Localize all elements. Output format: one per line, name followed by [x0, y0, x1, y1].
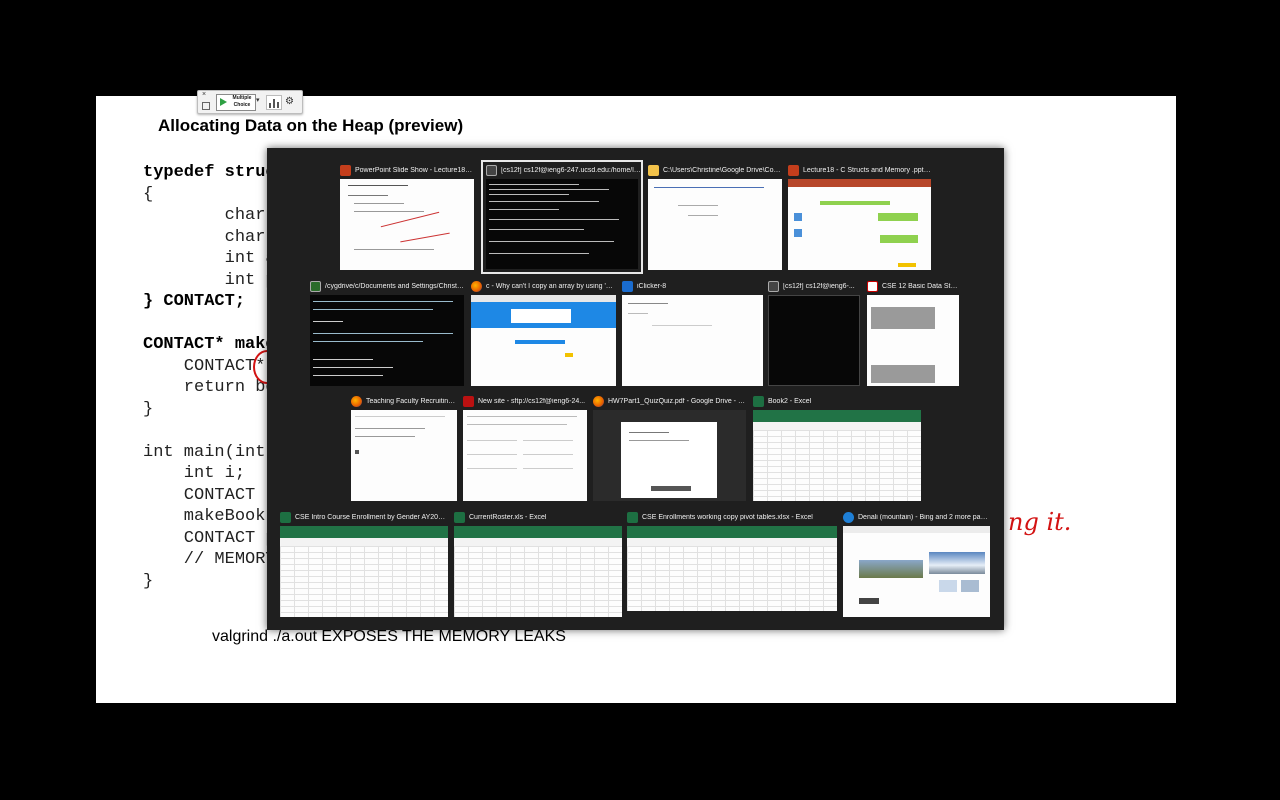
window-thumbnail[interactable]: [cs12f] cs12f@ieng6-...: [768, 278, 860, 386]
window-title: [cs12f] cs12f@ieng6-...: [783, 282, 855, 290]
slide-title: Allocating Data on the Heap (preview): [158, 116, 464, 135]
window-title: New site - sftp://cs12f@ieng6-24...: [478, 397, 586, 405]
window-thumbnail[interactable]: C:\Users\Christine\Google Drive\Cour...: [648, 162, 782, 270]
multiple-choice-label: Multiple Choice: [232, 95, 252, 108]
filezilla-icon: [463, 395, 474, 407]
window-thumbnail[interactable]: CSE Enrollments working copy pivot table…: [627, 509, 837, 611]
pdf-icon: [867, 280, 878, 292]
excel-icon: [753, 395, 764, 407]
window-title: CSE Intro Course Enrollment by Gender AY…: [295, 513, 448, 521]
cygwin-icon: [310, 280, 321, 292]
window-thumbnail[interactable]: /cygdrive/c/Documents and Settings/Chris…: [310, 278, 464, 386]
multiple-choice-button[interactable]: Multiple Choice: [216, 94, 256, 111]
window-thumbnail[interactable]: New site - sftp://cs12f@ieng6-24...: [463, 393, 587, 501]
window-thumbnail[interactable]: Lecture18 - C Structs and Memory .pptx -…: [788, 162, 931, 270]
powerpoint-icon: [788, 164, 799, 176]
window-thumbnail[interactable]: CSE 12 Basic Data Stru...: [867, 278, 959, 386]
gear-icon[interactable]: ⚙: [285, 96, 294, 107]
window-title: iClicker-8: [637, 282, 667, 290]
window-thumbnail[interactable]: PowerPoint Slide Show - Lecture18 - C...: [340, 162, 474, 270]
window-title: Lecture18 - C Structs and Memory .pptx -…: [803, 166, 931, 174]
window-thumbnail[interactable]: Book2 - Excel: [753, 393, 921, 501]
excel-icon: [454, 511, 465, 523]
chevron-down-icon[interactable]: ▾: [256, 96, 260, 104]
task-switcher: PowerPoint Slide Show - Lecture18 - C...…: [267, 148, 1004, 630]
results-chart-icon[interactable]: [266, 95, 282, 110]
valgrind-note: valgrind ./a.out EXPOSES THE MEMORY LEAK…: [212, 628, 566, 645]
ink-annotation-text: ng it.: [1008, 508, 1072, 536]
terminal-icon: [486, 164, 497, 176]
folder-icon: [648, 164, 659, 176]
window-title: CSE Enrollments working copy pivot table…: [642, 513, 813, 521]
window-title: Teaching Faculty Recruiting...: [366, 397, 457, 405]
window-title: C:\Users\Christine\Google Drive\Cour...: [663, 166, 782, 174]
excel-icon: [280, 511, 291, 523]
minimize-icon[interactable]: [202, 102, 210, 110]
window-title: PowerPoint Slide Show - Lecture18 - C...: [355, 166, 474, 174]
firefox-icon: [351, 395, 362, 407]
iclicker-toolbar: × Multiple Choice ▾ ⚙: [197, 90, 303, 114]
close-icon[interactable]: ×: [202, 91, 206, 98]
window-title: [cs12f] cs12f@ieng6-247.ucsd.edu:/home/l…: [501, 166, 641, 174]
play-icon: [220, 98, 227, 106]
window-title: Book2 - Excel: [768, 397, 812, 405]
window-thumbnail[interactable]: CSE Intro Course Enrollment by Gender AY…: [280, 509, 448, 617]
window-title: HW7Part1_QuizQuiz.pdf - Google Drive - M…: [608, 397, 746, 405]
window-thumbnail[interactable]: Teaching Faculty Recruiting...: [351, 393, 457, 501]
window-thumbnail[interactable]: iClicker-8: [622, 278, 763, 386]
window-title: CSE 12 Basic Data Stru...: [882, 282, 959, 290]
iclicker-icon: [622, 280, 633, 292]
window-title: CurrentRoster.xls - Excel: [469, 513, 547, 521]
window-title: Denali (mountain) - Bing and 2 more page…: [858, 513, 990, 521]
terminal-icon: [768, 280, 779, 292]
window-thumbnail[interactable]: CurrentRoster.xls - Excel: [454, 509, 622, 617]
window-thumbnail[interactable]: Denali (mountain) - Bing and 2 more page…: [843, 509, 990, 617]
powerpoint-icon: [340, 164, 351, 176]
window-title: /cygdrive/c/Documents and Settings/Chris…: [325, 282, 464, 290]
window-thumbnail[interactable]: HW7Part1_QuizQuiz.pdf - Google Drive - M…: [593, 393, 746, 501]
window-title: c - Why can't I copy an array by using '…: [486, 282, 616, 290]
excel-icon: [627, 511, 638, 523]
window-thumbnail[interactable]: [cs12f] cs12f@ieng6-247.ucsd.edu:/home/l…: [481, 160, 643, 274]
firefox-icon: [471, 280, 482, 292]
edge-icon: [843, 511, 854, 523]
firefox-icon: [593, 395, 604, 407]
window-thumbnail[interactable]: c - Why can't I copy an array by using '…: [471, 278, 616, 386]
